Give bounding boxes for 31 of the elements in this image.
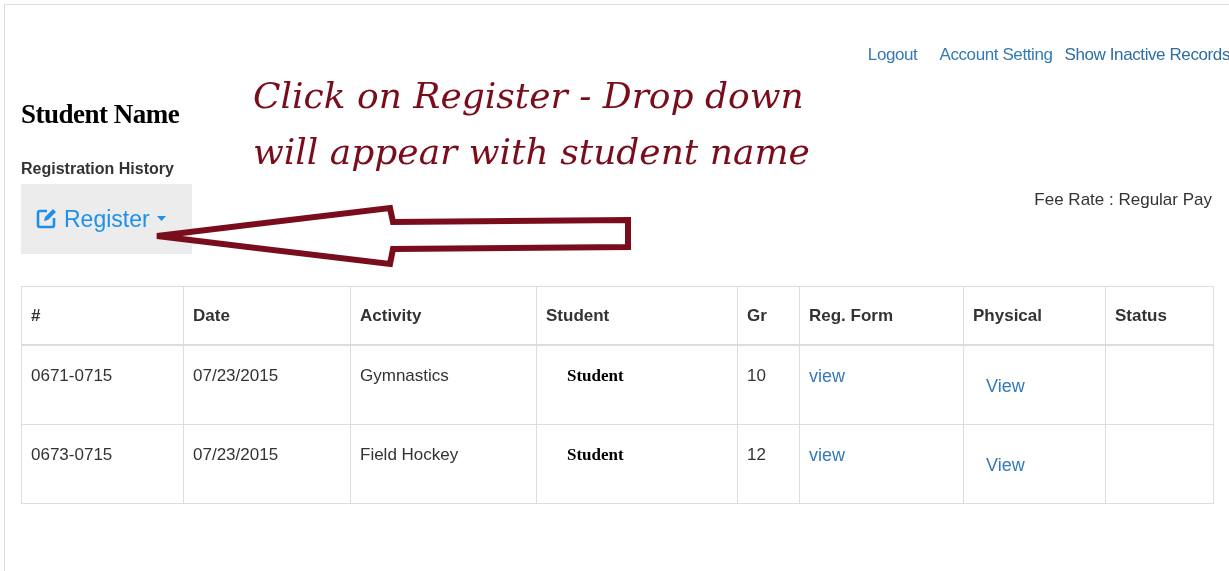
table-cell: Student <box>536 424 738 503</box>
column-header: Activity <box>350 286 537 345</box>
table-cell: Student <box>536 345 738 424</box>
column-header: Status <box>1105 286 1214 345</box>
table-cell: 07/23/2015 <box>183 424 351 503</box>
table-cell: Field Hockey <box>350 424 537 503</box>
annotation-text: Click on Register - Drop down will appear with student name <box>253 74 810 174</box>
header-link[interactable]: Account Setting <box>939 45 1053 65</box>
header-link[interactable]: Logout <box>867 45 918 65</box>
fee-rate: Fee Rate : Regular Pay <box>1034 190 1212 210</box>
edit-icon <box>35 208 57 230</box>
column-header: Reg. Form <box>799 286 964 345</box>
table-cell: 07/23/2015 <box>183 345 351 424</box>
header-link[interactable]: Show Inactive Records <box>1064 45 1229 65</box>
table-cell: 0673-0715 <box>21 424 184 503</box>
caret-icon <box>156 216 166 222</box>
view-link[interactable]: View <box>986 454 1025 476</box>
view-link[interactable]: View <box>986 376 1025 397</box>
register-button[interactable]: Register <box>21 184 192 254</box>
table-cell: 12 <box>737 424 800 503</box>
column-header: Gr <box>737 286 800 345</box>
view-link[interactable]: view <box>809 366 845 387</box>
view-link[interactable]: view <box>809 444 845 466</box>
column-header: # <box>21 286 184 345</box>
table-cell: 10 <box>737 345 800 424</box>
column-header: Date <box>183 286 351 345</box>
table-cell: 0671-0715 <box>21 345 184 424</box>
column-header: Physical <box>963 286 1106 345</box>
table-cell: Gymnastics <box>350 345 537 424</box>
section-title: Registration History <box>21 160 175 178</box>
column-header: Student <box>536 286 738 345</box>
